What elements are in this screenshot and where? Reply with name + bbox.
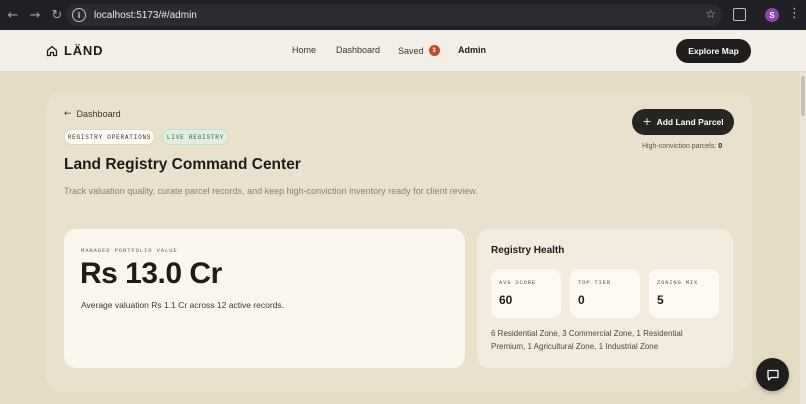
menu-kebab-icon[interactable]: ⋮ — [788, 6, 801, 22]
back-icon[interactable]: ← — [2, 4, 24, 26]
plus-icon: + — [642, 115, 652, 128]
nav-saved-label: Saved — [398, 45, 424, 56]
registry-health-card: Registry Health AVG SCORE 60 TOP TIER 0 … — [477, 229, 733, 368]
nav-admin[interactable]: Admin — [458, 45, 486, 55]
chat-button[interactable] — [756, 358, 789, 391]
site-info-icon[interactable]: i — [72, 8, 86, 22]
top-tier-stat: TOP TIER 0 — [570, 269, 640, 318]
zoning-breakdown-text: 6 Residential Zone, 3 Commercial Zone, 1… — [491, 329, 683, 351]
stat-label: TOP TIER — [578, 279, 611, 286]
bookmark-star-icon[interactable]: ☆ — [705, 7, 716, 21]
page-description: Track valuation quality, curate parcel r… — [64, 186, 478, 196]
avg-score-stat: AVG SCORE 60 — [491, 269, 561, 318]
registry-operations-tag: REGISTRY OPERATIONS — [64, 129, 155, 145]
live-registry-tag: LIVE REGISTRY — [162, 129, 229, 145]
stat-label: AVG SCORE — [499, 279, 536, 286]
forward-icon[interactable]: → — [24, 4, 46, 26]
high-conviction-count: High-conviction parcels: 0 — [642, 143, 723, 150]
portfolio-value-amount: Rs 13.0 Cr — [80, 257, 222, 290]
url-text[interactable]: localhost:5173/#/admin — [94, 10, 197, 21]
arrow-left-icon: ← — [64, 109, 72, 119]
stat-label: ZONING MIX — [657, 279, 699, 286]
extensions-icon[interactable] — [733, 8, 746, 21]
page-title: Land Registry Command Center — [64, 156, 301, 173]
stat-value: 60 — [499, 293, 513, 307]
browser-toolbar: ← → ↻ i localhost:5173/#/admin ☆ S ⋮ — [0, 0, 806, 30]
chat-bubble-icon — [766, 369, 779, 381]
profile-avatar[interactable]: S — [765, 8, 779, 22]
nav-dashboard[interactable]: Dashboard — [336, 45, 380, 55]
nav-saved[interactable]: Saved 3 — [398, 45, 440, 56]
scrollbar-thumb[interactable] — [801, 76, 805, 116]
back-link-label: Dashboard — [76, 109, 121, 119]
app-header: LÄND Home Dashboard Saved 3 Admin Explor… — [0, 30, 806, 72]
portfolio-value-card: MANAGED PORTFOLIO VALUE Rs 13.0 Cr Avera… — [64, 229, 465, 368]
add-land-parcel-label: Add Land Parcel — [656, 117, 724, 127]
page-scrollbar[interactable] — [800, 72, 806, 404]
zoning-mix-stat: ZONING MIX 5 — [649, 269, 719, 318]
stat-value: 5 — [657, 293, 664, 307]
registry-health-title: Registry Health — [491, 245, 565, 256]
high-conviction-value: 0 — [718, 143, 723, 150]
saved-count-badge: 3 — [428, 45, 440, 56]
address-bar[interactable]: i localhost:5173/#/admin ☆ — [66, 4, 722, 26]
explore-map-button[interactable]: Explore Map — [676, 39, 751, 63]
nav-home[interactable]: Home — [292, 45, 316, 55]
portfolio-value-label: MANAGED PORTFOLIO VALUE — [81, 247, 178, 254]
back-to-dashboard-link[interactable]: ← Dashboard — [64, 109, 121, 119]
add-land-parcel-button[interactable]: + Add Land Parcel — [632, 109, 734, 135]
portfolio-value-subtitle: Average valuation Rs 1.1 Cr across 12 ac… — [81, 300, 284, 310]
stat-value: 0 — [578, 293, 585, 307]
reload-icon[interactable]: ↻ — [46, 4, 68, 26]
